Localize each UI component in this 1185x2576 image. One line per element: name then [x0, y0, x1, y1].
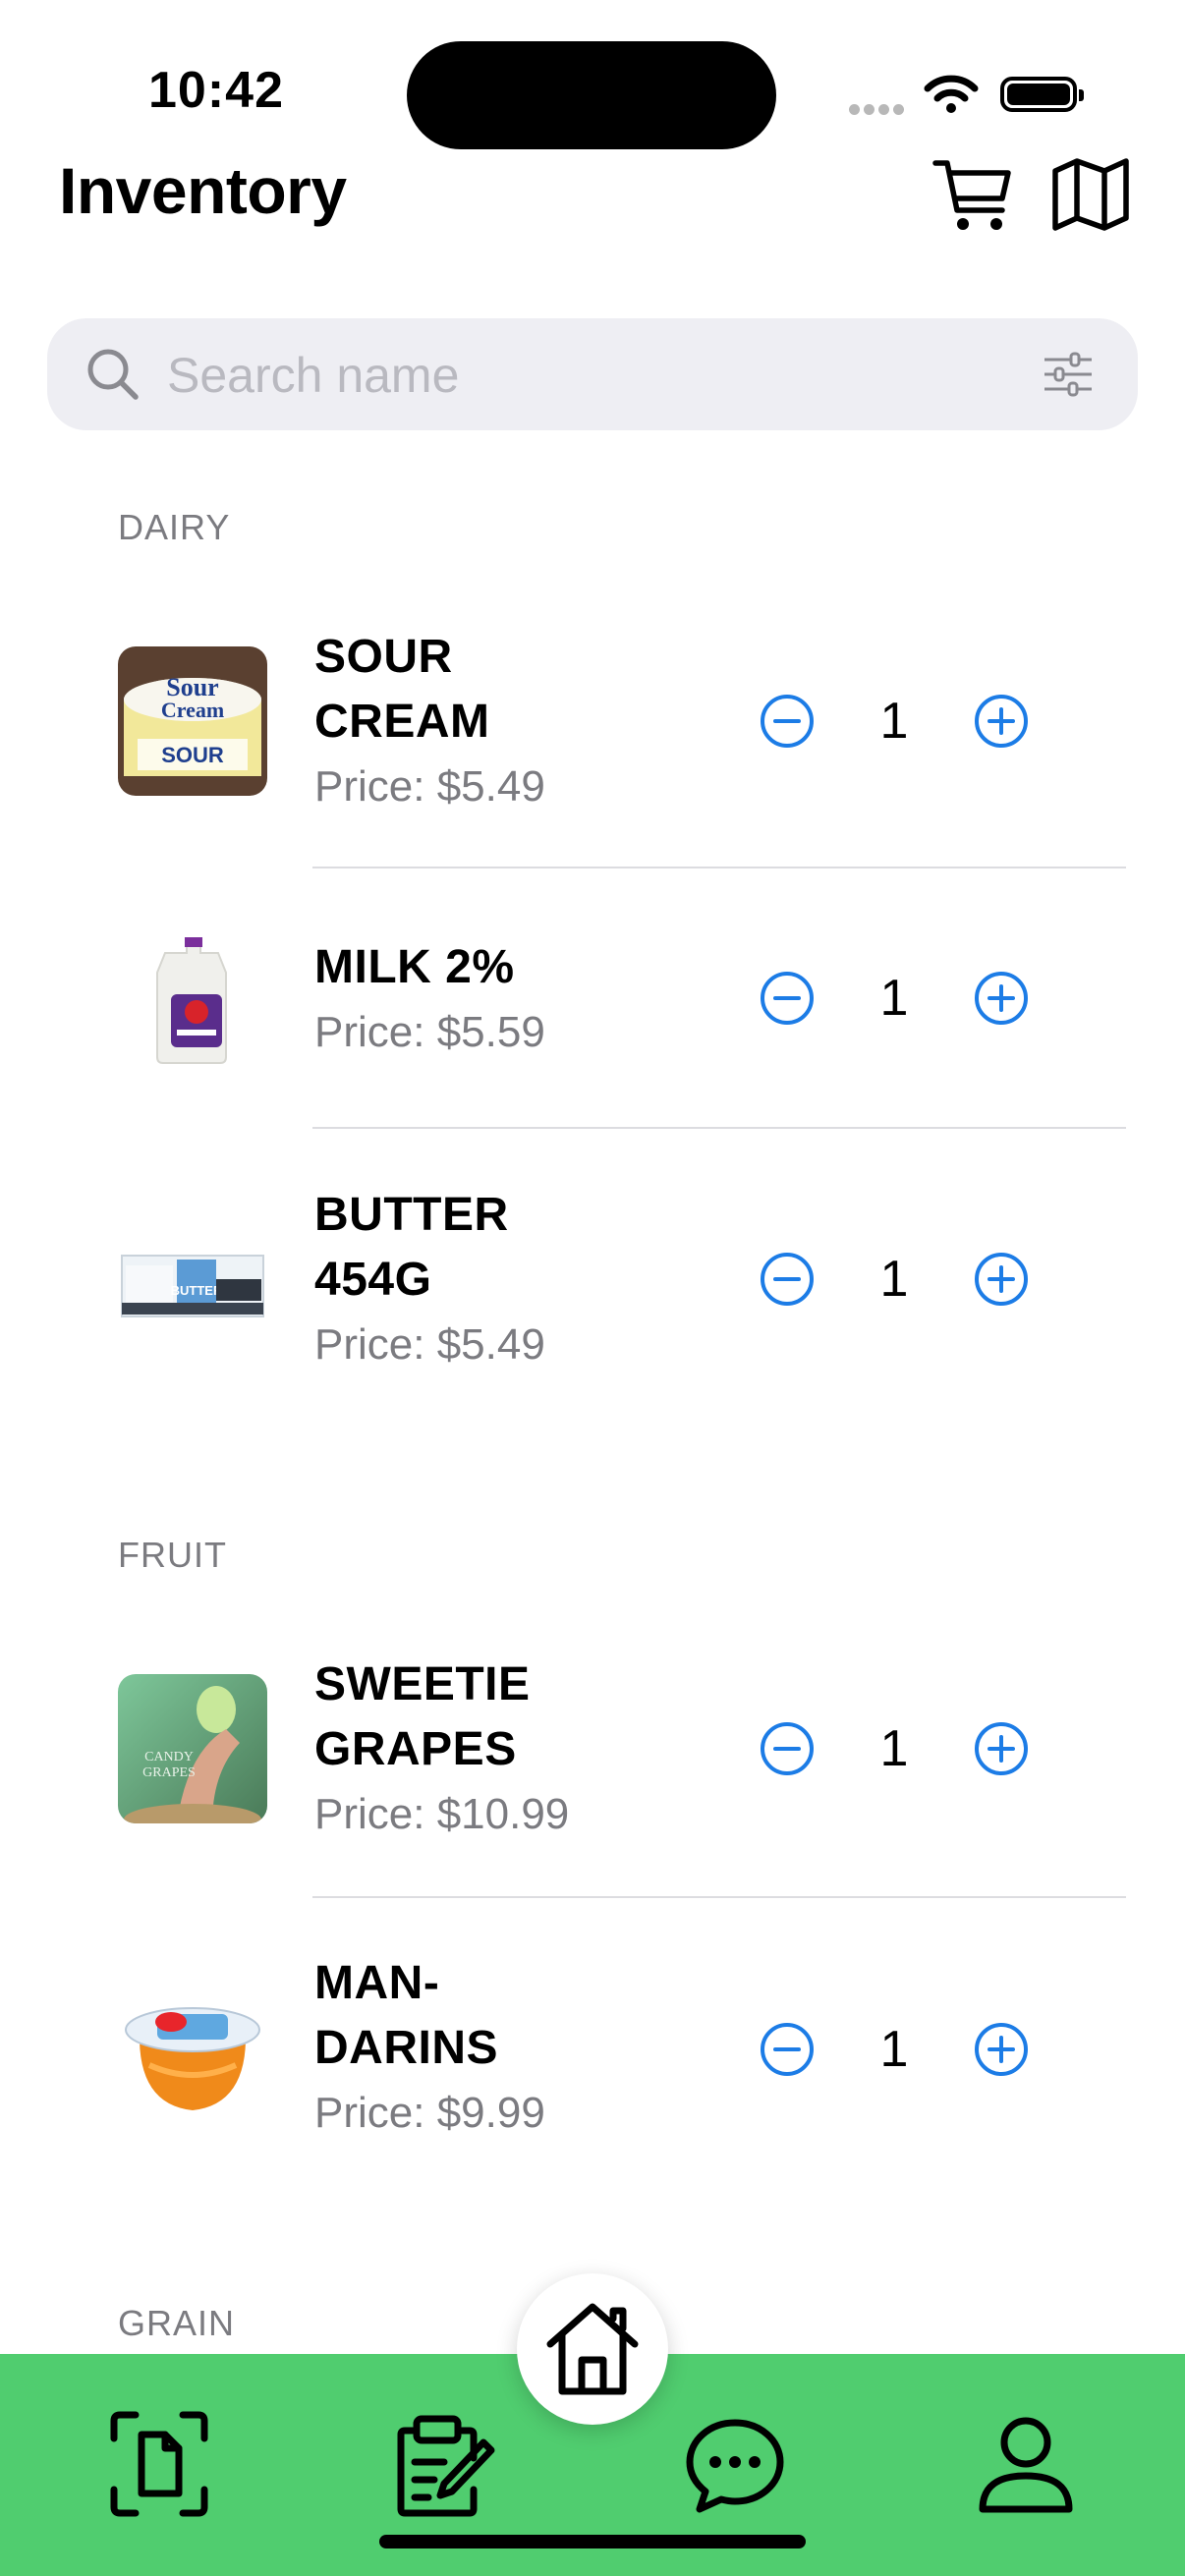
section-header-dairy: DAIRY [118, 507, 231, 547]
increment-button[interactable] [973, 2021, 1030, 2078]
list-item: BUTTER BUTTER 454G Price: $5.49 1 [118, 1177, 1126, 1385]
svg-text:SOUR: SOUR [161, 743, 224, 767]
search-bar[interactable] [47, 318, 1138, 430]
notes-edit-icon[interactable] [389, 2409, 495, 2519]
item-name: MILK 2% [314, 941, 515, 993]
item-price: Price: $10.99 [314, 1790, 570, 1838]
divider [312, 1896, 1126, 1898]
search-icon [87, 349, 139, 400]
divider [312, 867, 1126, 868]
cart-button[interactable] [931, 153, 1014, 236]
section-header-fruit: FRUIT [118, 1535, 227, 1575]
product-image-butter: BUTTER [118, 1208, 267, 1358]
quantity-value: 1 [879, 693, 909, 750]
profile-icon[interactable] [973, 2409, 1079, 2519]
quantity-value: 1 [879, 2021, 909, 2078]
product-image-sweetie-grapes: CANDY GRAPES [118, 1674, 267, 1823]
quantity-value: 1 [879, 1251, 909, 1308]
quantity-value: 1 [879, 970, 909, 1027]
home-button[interactable] [517, 2273, 668, 2425]
map-button[interactable] [1049, 153, 1132, 236]
item-name: SOUR CREAM [314, 631, 490, 748]
item-name: MAN- DARINS [314, 1957, 499, 2074]
increment-button[interactable] [973, 693, 1030, 750]
list-item: CANDY GRAPES SWEETIE GRAPES Price: $10.99… [118, 1645, 1126, 1853]
chat-bubble-icon[interactable] [682, 2409, 788, 2519]
home-icon [546, 2303, 639, 2395]
svg-text:BUTTER: BUTTER [171, 1283, 223, 1298]
item-price: Price: $5.59 [314, 1008, 545, 1056]
divider [312, 1127, 1126, 1129]
product-image-milk [118, 924, 267, 1073]
decrement-button[interactable] [759, 1251, 816, 1308]
svg-text:GRAPES: GRAPES [142, 1765, 196, 1780]
cart-icon [932, 160, 1011, 230]
sliders-icon[interactable] [1042, 348, 1095, 401]
item-name: BUTTER 454G [314, 1189, 509, 1306]
increment-button[interactable] [973, 1251, 1030, 1308]
page-title: Inventory [59, 154, 347, 227]
list-item: Sour Cream SOUR SOUR CREAM Price: $5.49 1 [118, 617, 1126, 825]
item-price: Price: $5.49 [314, 762, 545, 811]
dynamic-island [407, 41, 776, 149]
item-price: Price: $5.49 [314, 1320, 545, 1369]
item-price: Price: $9.99 [314, 2089, 545, 2137]
map-icon [1052, 158, 1129, 231]
status-time: 10:42 [148, 62, 284, 119]
section-header-grain: GRAIN [118, 2303, 236, 2343]
product-image-mandarins [118, 1975, 267, 2124]
home-indicator [379, 2535, 806, 2548]
cellular-signal-icon [849, 102, 908, 120]
increment-button[interactable] [973, 1720, 1030, 1777]
decrement-button[interactable] [759, 970, 816, 1027]
svg-text:Cream: Cream [161, 698, 224, 722]
scan-document-icon[interactable] [106, 2409, 212, 2519]
decrement-button[interactable] [759, 693, 816, 750]
decrement-button[interactable] [759, 2021, 816, 2078]
list-item: MILK 2% Price: $5.59 1 [118, 914, 1126, 1083]
svg-text:CANDY: CANDY [144, 1750, 194, 1764]
search-input[interactable] [165, 336, 1034, 415]
quantity-value: 1 [879, 1720, 909, 1777]
wifi-icon [924, 75, 979, 113]
product-image-sour-cream: Sour Cream SOUR [118, 646, 267, 796]
decrement-button[interactable] [759, 1720, 816, 1777]
increment-button[interactable] [973, 970, 1030, 1027]
battery-icon [1000, 77, 1084, 112]
item-name: SWEETIE GRAPES [314, 1658, 531, 1775]
list-item: MAN- DARINS Price: $9.99 1 [118, 1945, 1126, 2154]
